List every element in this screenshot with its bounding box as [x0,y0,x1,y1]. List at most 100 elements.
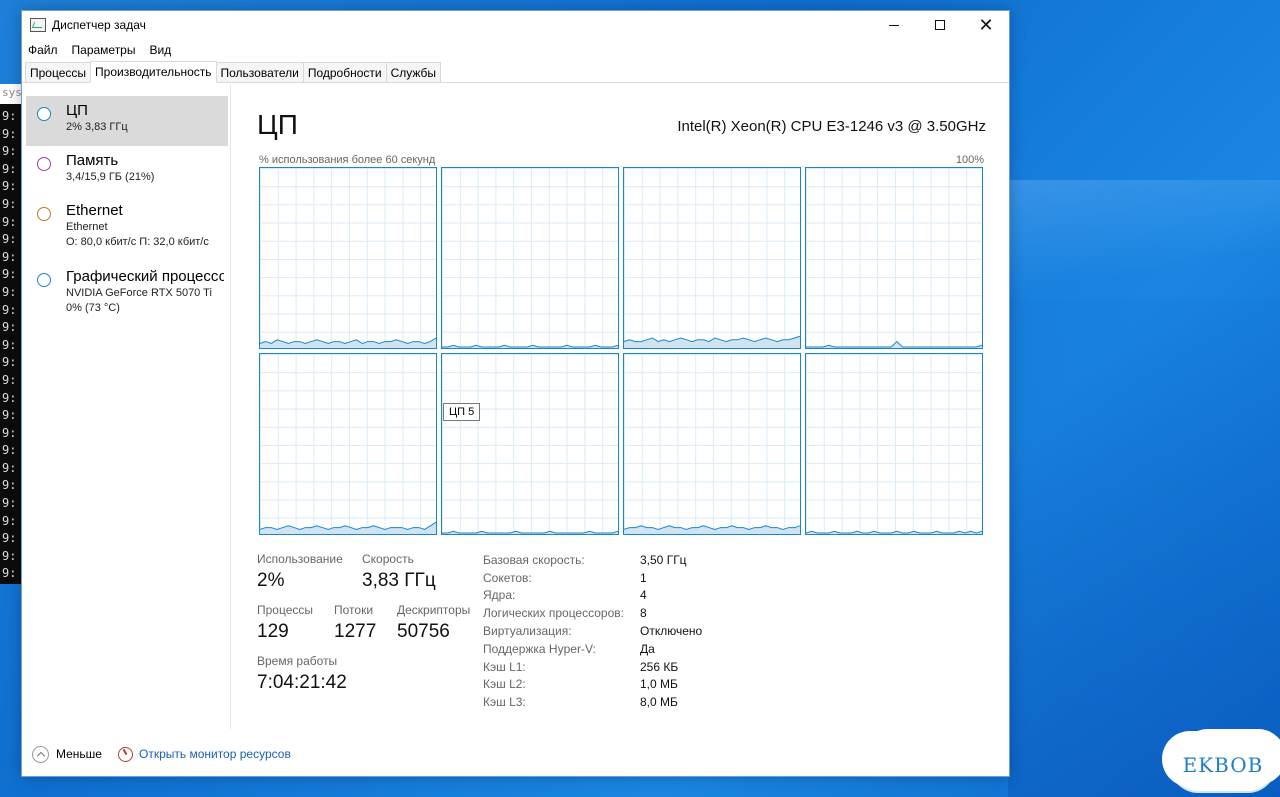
sidebar-item-ethernet[interactable]: Ethernet Ethernet О: 80,0 кбит/с П: 32,0… [26,196,228,262]
spec-key: Кэш L1: [483,659,526,674]
console-line: 9: [2,161,17,176]
tab-bar: Процессы Производительность Пользователи… [22,61,1009,83]
console-line: 9: [2,478,17,493]
menu-file[interactable]: Файл [28,43,58,57]
sidebar-item-detail: 3,4/15,9 ГБ (21%) [66,171,155,183]
usage-line-chart [806,340,982,348]
stat-label: Дескрипторы [397,603,471,617]
minimize-button[interactable] [871,11,917,39]
spec-key: Ядра: [483,588,516,603]
console-line: 9: [0,583,16,584]
sidebar-item-gpu[interactable]: Графический процессор 0 NVIDIA GeForce R… [26,262,228,328]
console-line: 9: [2,267,17,282]
usage-area [624,525,800,534]
spec-row: Поддержка Hyper-V: Да [483,640,702,658]
tab-details[interactable]: Подробности [302,62,387,82]
sidebar-item-detail: Ethernet [66,221,108,233]
cpu-core-graph-3[interactable] [805,167,983,349]
cpu-core-graph-6[interactable] [623,353,801,535]
spec-row: Ядра: 4 [483,587,702,605]
usage-line-chart [624,335,800,348]
sidebar-item-detail: О: 80,0 кбит/с П: 32,0 кбит/с [66,236,209,248]
console-line: 9: [2,548,17,563]
watermark-logo: EKBOB [1168,733,1278,795]
spec-value: 256 КБ [640,659,679,674]
console-line: 9: [2,196,17,211]
console-line: 9: [2,372,17,387]
stat-value: 3,83 ГГц [362,570,436,591]
chevron-up-icon [32,745,49,763]
memory-indicator-icon [37,157,51,171]
maximize-button[interactable] [917,11,963,39]
stat-threads: Потоки 1277 [334,603,376,643]
cpu-core-graph-1[interactable] [441,167,619,349]
spec-key: Кэш L2: [483,677,526,692]
cpu-core-graphs [259,167,985,535]
usage-area [624,336,800,348]
gpu-indicator-icon [37,273,51,287]
resource-monitor-icon [117,746,133,762]
usage-line-chart [260,521,436,534]
cpu-model-name: Intel(R) Xeon(R) CPU E3-1246 v3 @ 3.50GH… [677,118,986,135]
sidebar-item-label: Графический процессор 0 [66,268,224,285]
spec-key: Сокетов: [483,570,532,585]
resource-sidebar: ЦП 2% 3,83 ГГц Память 3,4/15,9 ГБ (21%) … [22,84,231,729]
spec-value: 4 [640,588,647,603]
spec-key: Поддержка Hyper-V: [483,641,596,656]
spec-row: Сокетов: 1 [483,569,702,587]
open-resource-monitor-link[interactable]: Открыть монитор ресурсов [117,746,291,762]
spec-row: Виртуализация: Отключено [483,622,702,640]
page-title: ЦП [257,109,298,140]
console-line: 9: [2,232,17,247]
console-line: 9: [2,302,17,317]
tab-processes[interactable]: Процессы [25,62,92,82]
console-line: 9: [2,144,17,159]
tab-users[interactable]: Пользователи [215,62,304,82]
stat-value: 7:04:21:42 [257,672,347,693]
fewer-details-button[interactable]: Меньше [32,745,102,763]
cpu-core-graph-2[interactable] [623,167,801,349]
watermark-text: EKBOB [1182,753,1264,777]
sidebar-item-label: Ethernet [66,202,123,219]
usage-line-chart [442,530,618,534]
sidebar-item-memory[interactable]: Память 3,4/15,9 ГБ (21%) [26,146,228,196]
stat-usage: Использование 2% [257,552,343,592]
cpu-core-graph-7[interactable] [805,353,983,535]
desktop-light-ray [1008,180,1280,300]
footer-bar: Меньше Открыть монитор ресурсов [22,739,1009,769]
stat-speed: Скорость 3,83 ГГц [362,552,436,592]
console-line: 9: [2,284,17,299]
menu-options[interactable]: Параметры [72,43,136,57]
task-manager-window: Диспетчер задач ✕ Файл Параметры Вид Про… [21,10,1010,777]
console-line: 9: [2,531,17,546]
console-line: 9: [2,179,17,194]
cpu-core-graph-0[interactable] [259,167,437,349]
ethernet-indicator-icon [37,207,51,221]
spec-key: Виртуализация: [483,624,572,639]
usage-line-chart [260,337,436,348]
tab-services[interactable]: Службы [385,62,442,82]
performance-body: ЦП 2% 3,83 ГГц Память 3,4/15,9 ГБ (21%) … [22,84,1009,729]
spec-row: Кэш L1: 256 КБ [483,658,702,676]
menu-view[interactable]: Вид [149,43,171,57]
console-line: 9: [2,443,17,458]
cpu-core-graph-4[interactable] [259,353,437,535]
stat-label: Использование [257,552,343,566]
stat-value: 2% [257,570,285,591]
spec-value: Отключено [640,624,703,639]
stat-label: Потоки [334,603,374,617]
usage-line-chart [442,344,618,348]
spec-key: Базовая скорость: [483,552,585,567]
tab-performance[interactable]: Производительность [90,61,217,83]
console-line: 9: [2,214,17,229]
cpu-core-graph-5[interactable] [441,353,619,535]
console-line: 9: [2,249,17,264]
sidebar-item-cpu[interactable]: ЦП 2% 3,83 ГГц [26,96,228,146]
fewer-details-label: Меньше [56,747,102,761]
title-bar[interactable]: Диспетчер задач ✕ [22,11,1009,39]
spec-key: Кэш L3: [483,695,526,710]
stat-value: 1277 [334,621,377,642]
console-line: 9: [2,126,17,141]
console-line: 9: [2,390,17,405]
close-button[interactable]: ✕ [963,11,1009,39]
